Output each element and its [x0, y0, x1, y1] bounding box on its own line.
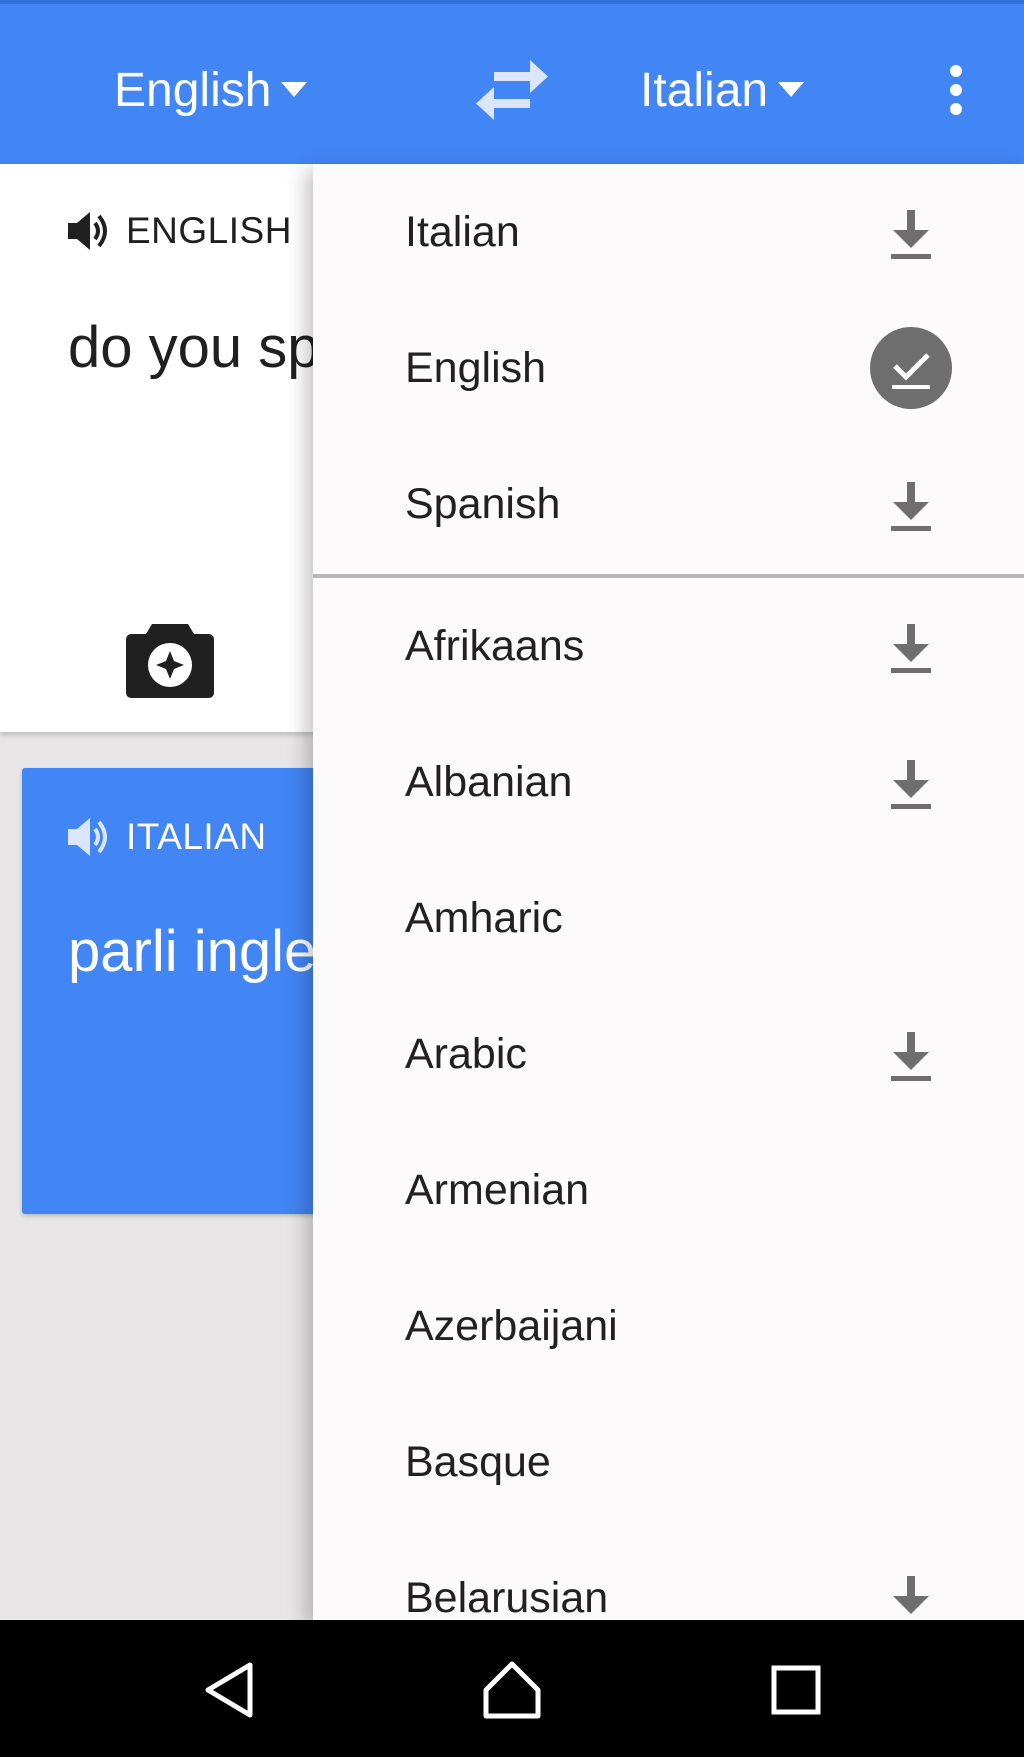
- translation-text[interactable]: parli ingle: [68, 918, 316, 985]
- language-dropdown-menu: Italian English Spanish Afrikaans Albani…: [313, 164, 1024, 1620]
- language-name: Arabic: [405, 1030, 527, 1078]
- language-menu-item-basque[interactable]: Basque: [313, 1394, 1024, 1530]
- source-language-label: English: [114, 63, 272, 117]
- language-name: Spanish: [405, 480, 561, 528]
- language-name: English: [405, 344, 547, 392]
- source-language-name: ENGLISH: [126, 210, 292, 251]
- caret-down-icon: [281, 82, 308, 97]
- language-name: Afrikaans: [405, 622, 585, 670]
- language-name: Amharic: [405, 894, 563, 942]
- language-menu-item-italian[interactable]: Italian: [313, 164, 1024, 300]
- download-icon[interactable]: [887, 1574, 935, 1620]
- target-language-selector[interactable]: Italian: [640, 56, 805, 124]
- speaker-icon[interactable]: [68, 817, 112, 857]
- language-menu-item-afrikaans[interactable]: Afrikaans: [313, 578, 1024, 714]
- target-language-label: Italian: [640, 63, 769, 117]
- speaker-icon[interactable]: [68, 211, 112, 251]
- download-icon[interactable]: [887, 622, 935, 674]
- language-name: Belarusian: [405, 1574, 609, 1620]
- more-vert-icon[interactable]: [936, 64, 976, 116]
- language-menu-item-arabic[interactable]: Arabic: [313, 986, 1024, 1122]
- swap-languages-icon[interactable]: [476, 60, 548, 120]
- language-name: Azerbaijani: [405, 1302, 618, 1350]
- home-icon[interactable]: [482, 1660, 542, 1720]
- language-menu-item-azerbaijani[interactable]: Azerbaijani: [313, 1258, 1024, 1394]
- language-menu-item-spanish[interactable]: Spanish: [313, 436, 1024, 572]
- back-icon[interactable]: [200, 1660, 260, 1720]
- source-language-heading[interactable]: ENGLISH: [68, 210, 292, 252]
- language-name: Basque: [405, 1438, 551, 1486]
- download-icon[interactable]: [887, 208, 935, 260]
- target-language-name: ITALIAN: [126, 816, 267, 857]
- source-language-selector[interactable]: English: [114, 56, 308, 124]
- language-name: Albanian: [405, 758, 573, 806]
- source-text[interactable]: do you sp: [68, 314, 320, 381]
- language-menu-item-albanian[interactable]: Albanian: [313, 714, 1024, 850]
- language-menu-item-amharic[interactable]: Amharic: [313, 850, 1024, 986]
- system-navigation-bar: [0, 1620, 1024, 1757]
- download-icon[interactable]: [887, 758, 935, 810]
- recents-icon[interactable]: [766, 1660, 826, 1720]
- download-icon[interactable]: [887, 480, 935, 532]
- caret-down-icon: [778, 82, 805, 97]
- app-bar: English Italian: [0, 0, 1024, 164]
- download-icon[interactable]: [887, 1030, 935, 1082]
- language-menu-item-english[interactable]: English: [313, 300, 1024, 436]
- language-name: Italian: [405, 208, 520, 256]
- language-menu-item-belarusian[interactable]: Belarusian: [313, 1530, 1024, 1620]
- language-name: Armenian: [405, 1166, 590, 1214]
- target-language-heading[interactable]: ITALIAN: [68, 816, 267, 858]
- language-menu-item-armenian[interactable]: Armenian: [313, 1122, 1024, 1258]
- camera-icon[interactable]: [126, 618, 214, 698]
- downloaded-check-icon: [870, 327, 952, 409]
